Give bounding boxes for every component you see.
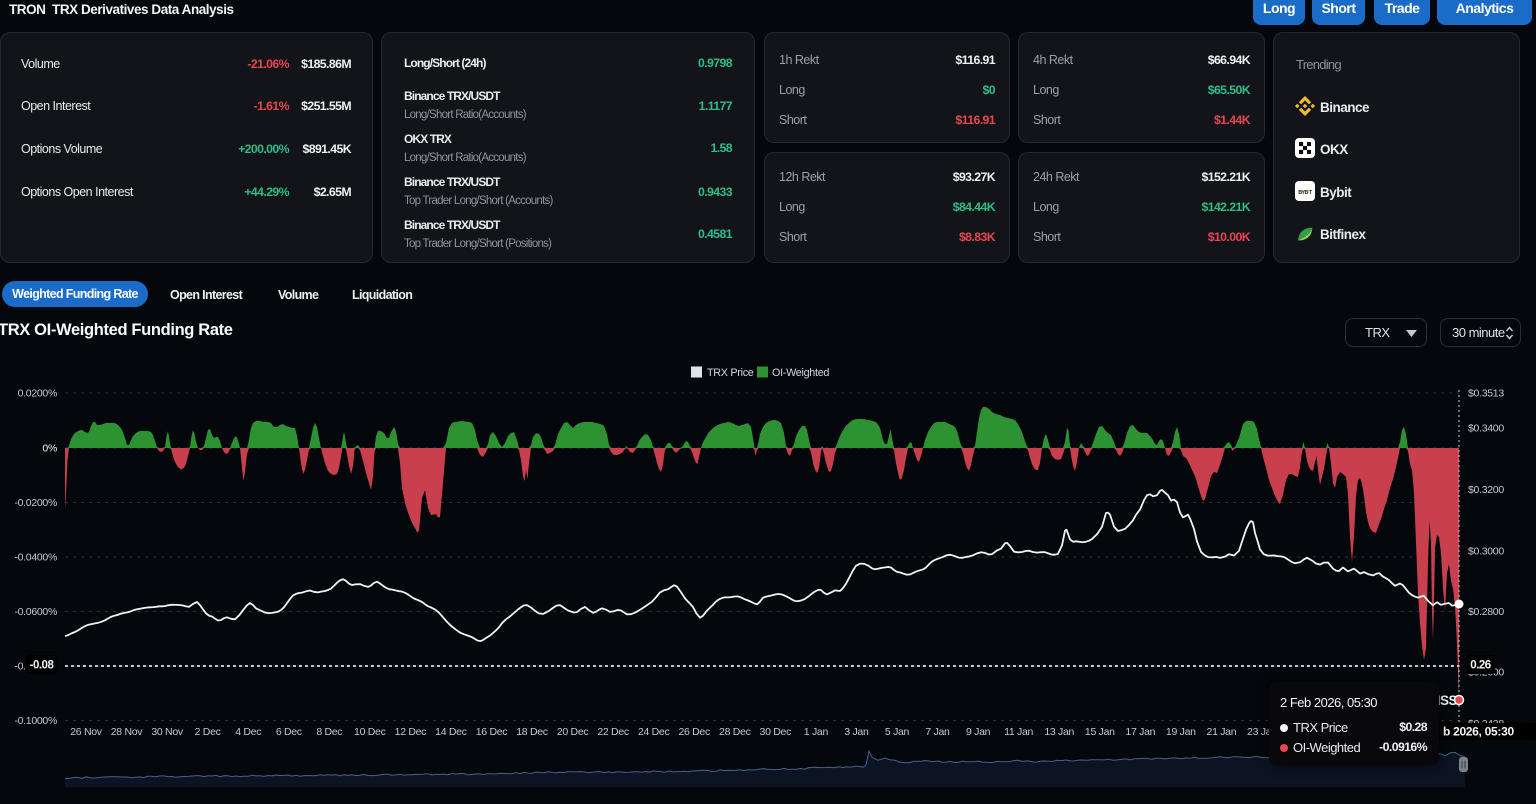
svg-text:20 Dec: 20 Dec <box>557 726 589 738</box>
svg-text:22 Dec: 22 Dec <box>597 726 629 738</box>
svg-text:30 Dec: 30 Dec <box>760 726 792 738</box>
svg-text:28 Dec: 28 Dec <box>719 726 751 738</box>
svg-text:21 Jan: 21 Jan <box>1207 726 1237 738</box>
svg-text:OI-Weighted: OI-Weighted <box>772 367 829 379</box>
svg-text:$0.3000: $0.3000 <box>1468 546 1504 558</box>
svg-text:30 Nov: 30 Nov <box>151 726 184 738</box>
svg-text:7 Jan: 7 Jan <box>925 726 950 738</box>
svg-text:-0.0600%: -0.0600% <box>14 606 57 618</box>
svg-text:6 Dec: 6 Dec <box>276 726 302 738</box>
svg-text:4 Dec: 4 Dec <box>235 726 261 738</box>
svg-text:2 Dec: 2 Dec <box>195 726 221 738</box>
svg-text:9 Jan: 9 Jan <box>966 726 991 738</box>
svg-text:$0.3513: $0.3513 <box>1468 388 1504 400</box>
svg-text:24 Dec: 24 Dec <box>638 726 670 738</box>
svg-text:0%: 0% <box>42 443 57 455</box>
svg-text:-0.1000%: -0.1000% <box>14 715 57 727</box>
svg-text:26 Dec: 26 Dec <box>678 726 710 738</box>
svg-text:TRX Price: TRX Price <box>707 367 754 379</box>
svg-text:1 Jan: 1 Jan <box>804 726 829 738</box>
svg-text:-0.08: -0.08 <box>30 660 55 672</box>
svg-text:15 Jan: 15 Jan <box>1085 726 1115 738</box>
svg-text:12 Dec: 12 Dec <box>395 726 427 738</box>
svg-text:26 Nov: 26 Nov <box>70 726 103 738</box>
svg-text:b 2026, 05:30: b 2026, 05:30 <box>1443 725 1514 739</box>
svg-text:0.0200%: 0.0200% <box>18 388 57 400</box>
svg-text:5 Jan: 5 Jan <box>885 726 910 738</box>
svg-text:0.26: 0.26 <box>1470 660 1490 672</box>
svg-text:18 Dec: 18 Dec <box>516 726 548 738</box>
svg-text:-0.0200%: -0.0200% <box>14 497 57 509</box>
svg-text:19 Jan: 19 Jan <box>1166 726 1196 738</box>
svg-text:11 Jan: 11 Jan <box>1004 726 1033 738</box>
svg-text:$0.3400: $0.3400 <box>1468 422 1504 434</box>
svg-text:-0.0400%: -0.0400% <box>14 552 57 564</box>
svg-text:$0.2800: $0.2800 <box>1468 606 1504 618</box>
svg-text:14 Dec: 14 Dec <box>435 726 467 738</box>
svg-text:17 Jan: 17 Jan <box>1125 726 1155 738</box>
svg-text:28 Nov: 28 Nov <box>111 726 144 738</box>
svg-text:$0.3200: $0.3200 <box>1468 484 1504 496</box>
svg-text:10 Dec: 10 Dec <box>354 726 386 738</box>
svg-text:13 Jan: 13 Jan <box>1044 726 1074 738</box>
svg-text:3 Jan: 3 Jan <box>844 726 869 738</box>
svg-text:16 Dec: 16 Dec <box>476 726 508 738</box>
svg-text:8 Dec: 8 Dec <box>316 726 342 738</box>
